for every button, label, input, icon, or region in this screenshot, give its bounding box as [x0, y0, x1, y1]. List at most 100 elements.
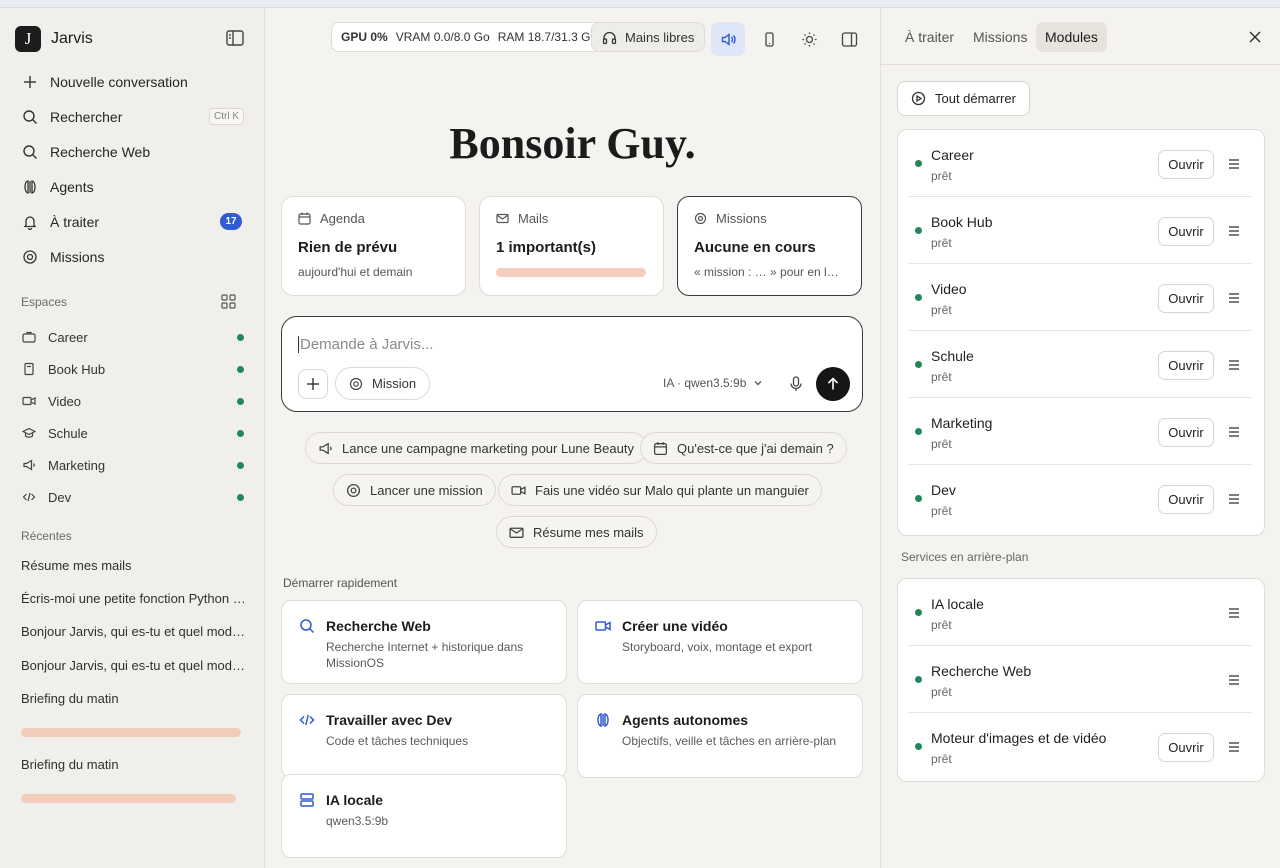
panel-toggle-button[interactable] — [832, 22, 866, 56]
tab-missions[interactable]: Missions — [964, 22, 1036, 52]
menu-icon[interactable] — [1227, 157, 1241, 171]
nav-item-todo[interactable]: À traiter 17 — [12, 204, 252, 239]
prompt-input[interactable]: Demande à Jarvis... — [298, 336, 433, 353]
space-item-dev[interactable]: Dev — [12, 481, 252, 513]
menu-icon[interactable] — [1227, 425, 1241, 439]
quickstart-card[interactable]: Travailler avec Dev Code et tâches techn… — [281, 694, 567, 778]
status-dot — [915, 428, 922, 435]
open-button[interactable]: Ouvrir — [1158, 351, 1214, 380]
menu-icon[interactable] — [1227, 740, 1241, 754]
quickstart-card[interactable]: Agents autonomes Objectifs, veille et tâ… — [577, 694, 863, 778]
tab-modules[interactable]: Modules — [1036, 22, 1107, 52]
main-nav: Nouvelle conversation Rechercher Ctrl K … — [12, 64, 252, 274]
recent-conversation[interactable]: Bonjour Jarvis, qui es-tu et quel modèle… — [21, 624, 246, 639]
nav-item-search[interactable]: Rechercher Ctrl K — [12, 99, 252, 134]
service-status: prêt — [931, 752, 952, 766]
status-dot — [237, 429, 244, 437]
nav-item-agents[interactable]: Agents — [12, 169, 252, 204]
menu-icon[interactable] — [1227, 492, 1241, 506]
theme-toggle-button[interactable] — [792, 22, 826, 56]
chip-label: Lancer une mission — [370, 482, 483, 498]
suggestion-chip[interactable]: Fais une vidéo sur Malo qui plante un ma… — [498, 474, 822, 506]
microphone-icon[interactable] — [787, 375, 805, 393]
arrow-up-icon — [827, 377, 839, 390]
sidebar-toggle-icon[interactable] — [226, 30, 244, 46]
space-item-career[interactable]: Career — [12, 321, 252, 353]
tab-todo[interactable]: À traiter — [896, 22, 963, 52]
recents-title: Récentes — [21, 529, 72, 543]
menu-icon[interactable] — [1227, 673, 1241, 687]
start-all-button[interactable]: Tout démarrer — [897, 81, 1030, 116]
mails-card[interactable]: Mails 1 important(s) — [479, 196, 664, 296]
open-button[interactable]: Ouvrir — [1158, 733, 1214, 762]
open-button[interactable]: Ouvrir — [1158, 284, 1214, 313]
grid-icon[interactable] — [221, 294, 236, 309]
recent-conversation[interactable]: Écris-moi une petite fonction Python qui… — [21, 591, 246, 606]
card-title: Aucune en cours — [694, 239, 816, 256]
suggestion-chip[interactable]: Qu'est-ce que j'ai demain ? — [640, 432, 847, 464]
quickstart-card[interactable]: IA locale qwen3.5:9b — [281, 774, 567, 858]
quickstart-card[interactable]: Créer une vidéo Storyboard, voix, montag… — [577, 600, 863, 684]
quickstart-card[interactable]: Recherche Web Recherche Internet + histo… — [281, 600, 567, 684]
open-button[interactable]: Ouvrir — [1158, 418, 1214, 447]
plus-icon — [307, 378, 319, 390]
chevron-down-icon — [754, 381, 762, 386]
search-icon — [23, 144, 37, 159]
mobile-button[interactable] — [752, 22, 786, 56]
model-selector[interactable]: IA · qwen3.5:9b — [663, 376, 763, 390]
services-list: IA locale prêt Recherche Web prêt Moteur… — [897, 578, 1265, 782]
quickstart-desc: Storyboard, voix, montage et export — [622, 640, 813, 654]
missions-card[interactable]: Missions Aucune en cours « mission : … »… — [677, 196, 862, 296]
nav-item-web-search[interactable]: Recherche Web — [12, 134, 252, 169]
brand[interactable]: J Jarvis — [15, 26, 93, 52]
todo-count-badge: 17 — [220, 213, 242, 230]
space-item-book-hub[interactable]: Book Hub — [12, 353, 252, 385]
voice-button[interactable] — [711, 22, 745, 56]
send-button[interactable] — [816, 367, 850, 401]
code-icon — [299, 714, 315, 726]
menu-icon[interactable] — [1227, 606, 1241, 620]
menu-icon[interactable] — [1227, 224, 1241, 238]
menu-icon[interactable] — [1227, 291, 1241, 305]
sidebar: J Jarvis Nouvelle conversation Recherche… — [0, 8, 265, 868]
redaction-bar — [21, 794, 236, 803]
close-icon[interactable] — [1247, 29, 1263, 45]
open-button[interactable]: Ouvrir — [1158, 150, 1214, 179]
recent-conversation[interactable]: Bonjour Jarvis, qui es-tu et quel modèle… — [21, 658, 246, 673]
nav-label: À traiter — [50, 213, 100, 230]
card-subtitle: « mission : … » pour en lancer une — [694, 265, 845, 279]
nav-item-missions[interactable]: Missions — [12, 239, 252, 274]
mission-mode-button[interactable]: Mission — [335, 367, 431, 400]
brand-name: Jarvis — [51, 30, 93, 47]
suggestion-chip[interactable]: Résume mes mails — [496, 516, 657, 548]
space-item-video[interactable]: Video — [12, 385, 252, 417]
chip-label: Qu'est-ce que j'ai demain ? — [677, 440, 834, 456]
hands-free-button[interactable]: Mains libres — [591, 22, 706, 52]
recent-conversation[interactable]: Briefing du matin — [21, 757, 246, 772]
menu-icon[interactable] — [1227, 358, 1241, 372]
suggestion-chip[interactable]: Lancer une mission — [333, 474, 496, 506]
code-icon — [22, 492, 36, 502]
quickstart-title: Démarrer rapidement — [283, 576, 398, 590]
model-label: IA · qwen3.5:9b — [663, 376, 747, 390]
card-subtitle: aujourd'hui et demain — [298, 265, 413, 279]
megaphone-icon — [319, 442, 332, 454]
graduation-cap-icon — [22, 427, 36, 438]
video-icon — [595, 621, 611, 631]
suggestion-chip[interactable]: Lance une campagne marketing pour Lune B… — [305, 432, 647, 464]
quickstart-title-text: Recherche Web — [326, 618, 431, 634]
open-button[interactable]: Ouvrir — [1158, 485, 1214, 514]
module-row: Schule prêt Ouvrir — [908, 331, 1252, 398]
space-label: Career — [48, 329, 88, 345]
attach-button[interactable] — [298, 369, 328, 399]
agenda-card[interactable]: Agenda Rien de prévu aujourd'hui et dema… — [281, 196, 466, 296]
open-button[interactable]: Ouvrir — [1158, 217, 1214, 246]
space-item-schule[interactable]: Schule — [12, 417, 252, 449]
server-icon — [300, 793, 314, 807]
service-status: prêt — [931, 618, 952, 632]
recent-conversation[interactable]: Résume mes mails — [21, 558, 246, 573]
recent-conversation[interactable]: Briefing du matin — [21, 691, 246, 706]
status-dot — [237, 461, 244, 469]
space-item-marketing[interactable]: Marketing — [12, 449, 252, 481]
new-conversation-button[interactable]: Nouvelle conversation — [12, 64, 252, 99]
